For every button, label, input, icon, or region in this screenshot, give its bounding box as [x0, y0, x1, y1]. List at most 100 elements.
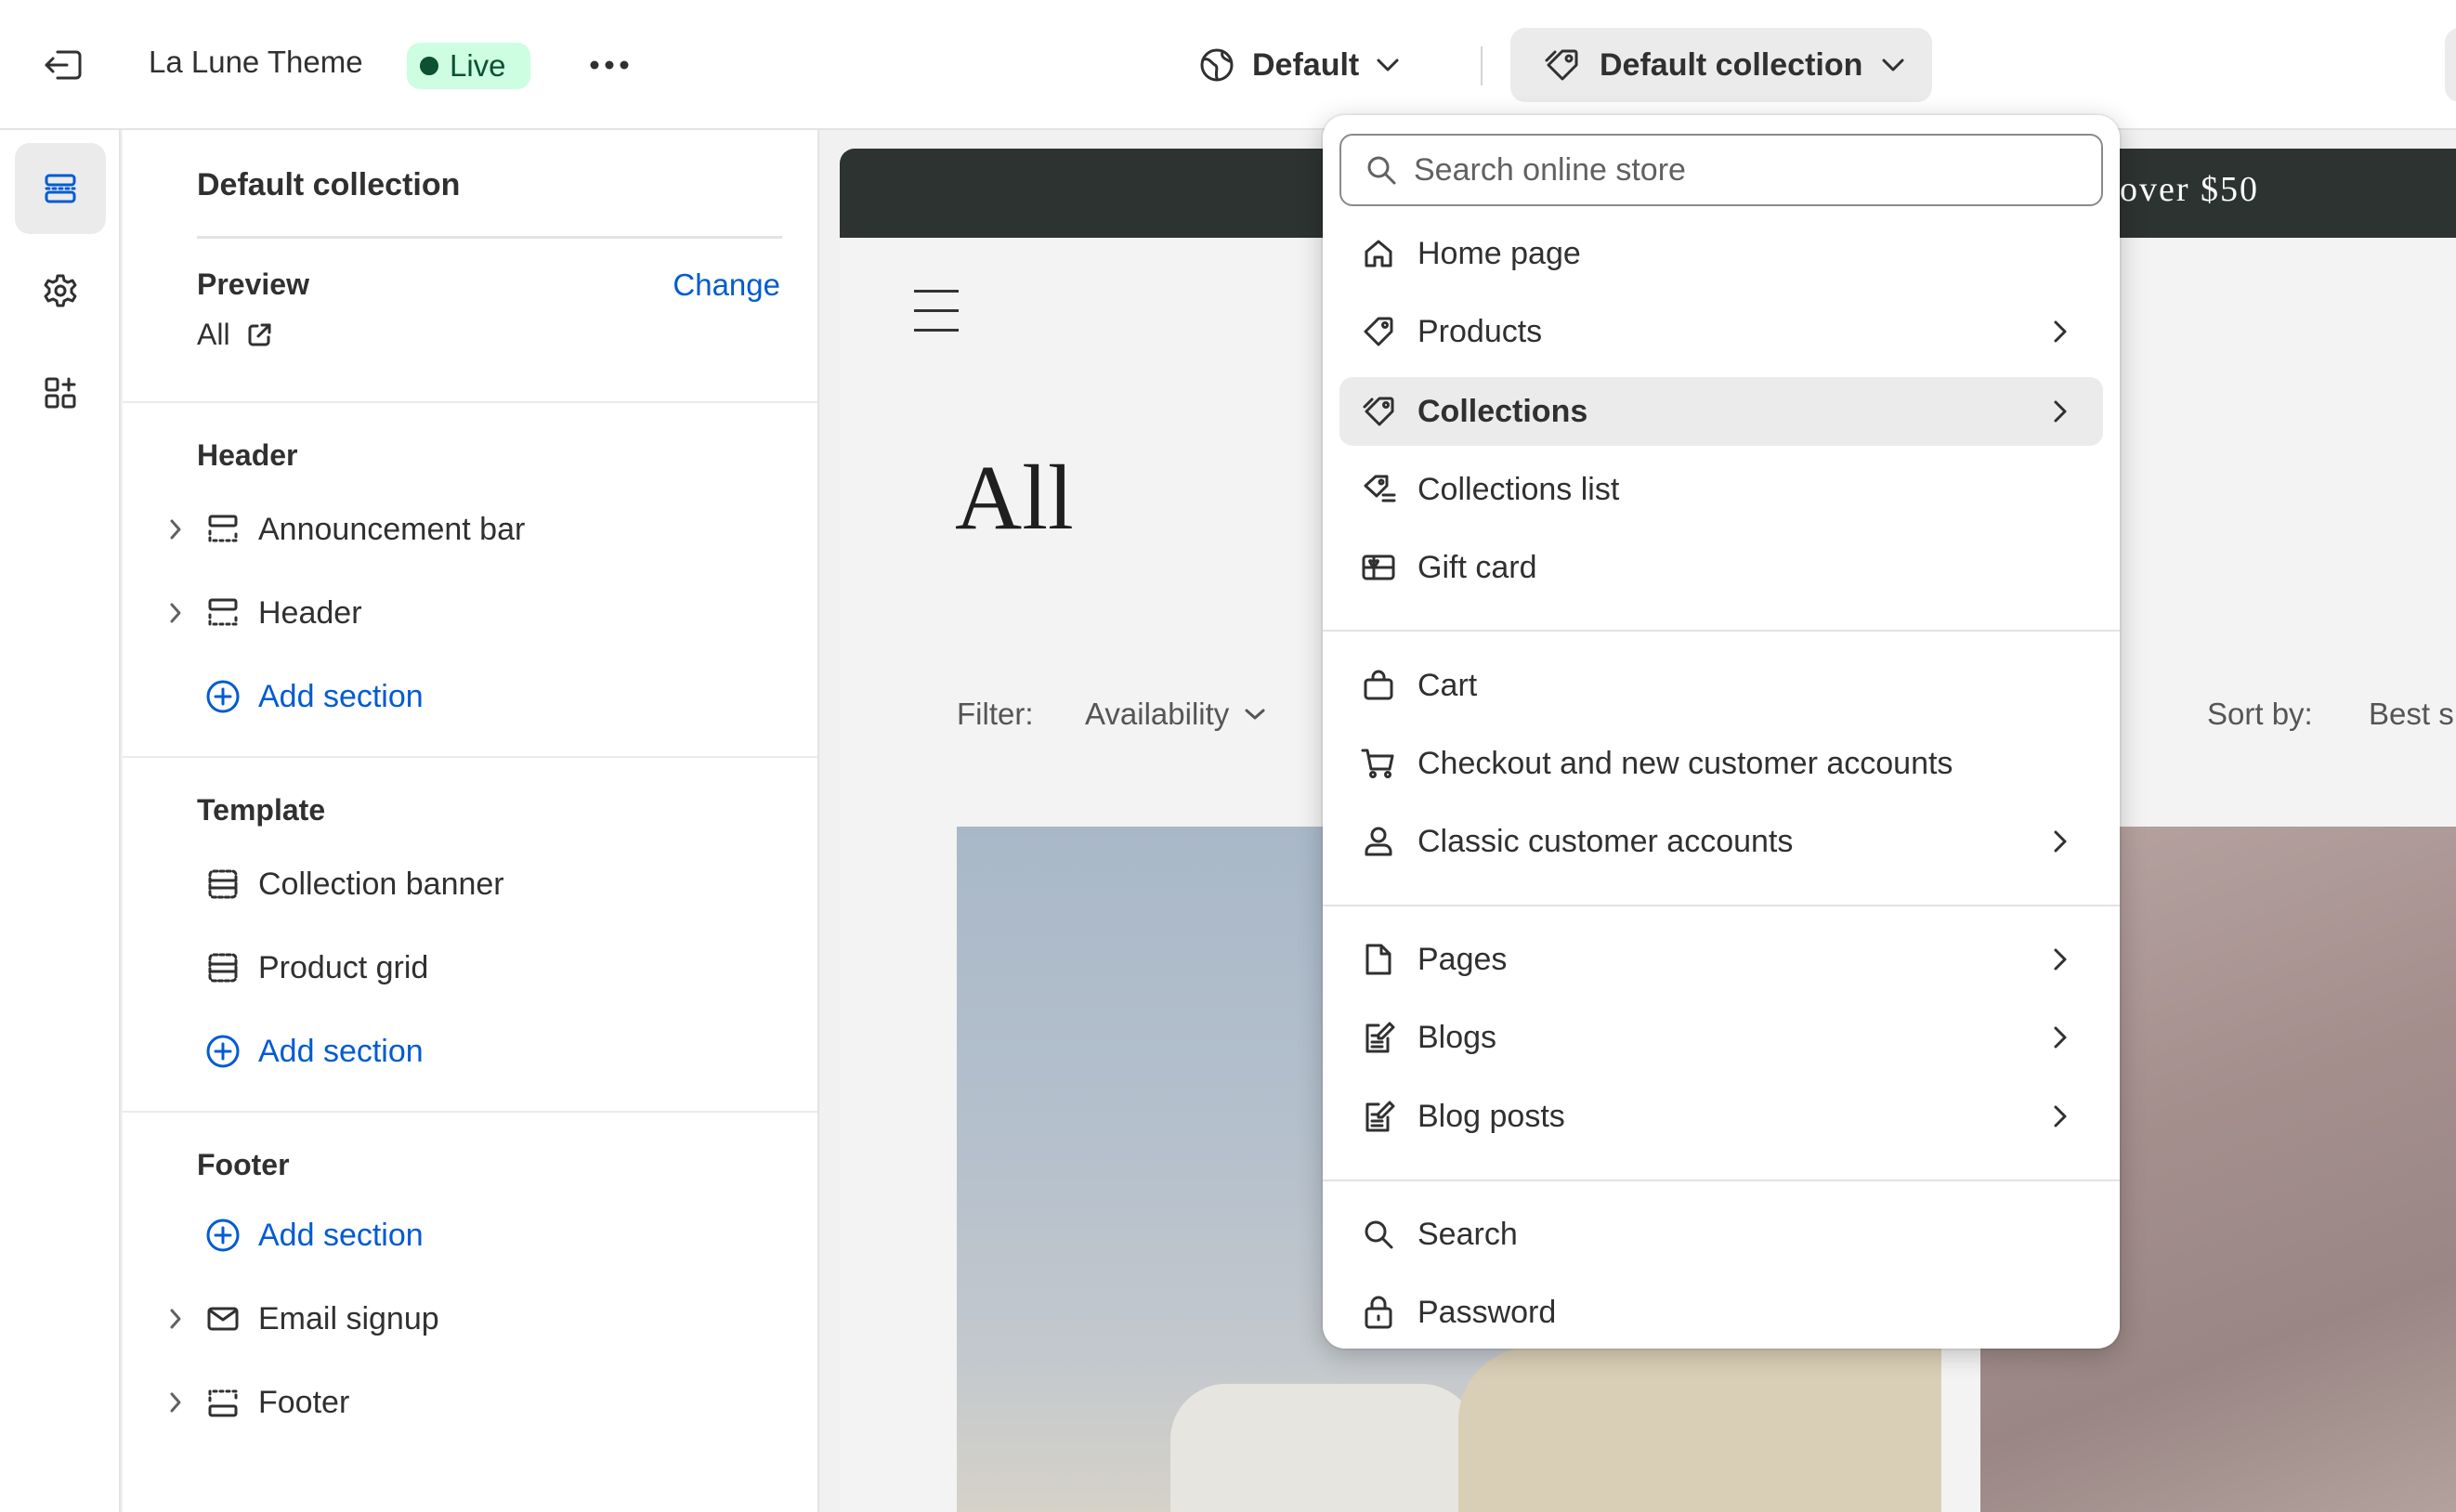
- section-label: Product grid: [258, 949, 429, 985]
- filter-label: Filter:: [957, 697, 1034, 731]
- market-selector[interactable]: Default: [1198, 37, 1400, 93]
- section-email-signup[interactable]: Email signup: [160, 1291, 439, 1347]
- add-section-label: Add section: [258, 678, 424, 714]
- section-footer[interactable]: Footer: [160, 1375, 349, 1430]
- live-dot-icon: [420, 57, 438, 75]
- menu-item-collections-list[interactable]: Collections list: [1339, 455, 2103, 524]
- section-header[interactable]: Header: [160, 585, 362, 641]
- menu-item-label: Pages: [1417, 941, 1508, 977]
- section-product-grid[interactable]: Product grid: [160, 940, 428, 996]
- change-preview-link[interactable]: Change: [673, 267, 780, 303]
- section-announcement-bar[interactable]: Announcement bar: [160, 502, 525, 557]
- rail-settings-button[interactable]: [15, 245, 106, 336]
- tag-icon: [1360, 315, 1397, 348]
- cart-icon: [1360, 747, 1397, 780]
- chevron-right-icon[interactable]: [160, 1391, 191, 1414]
- chevron-right-icon: [2042, 399, 2079, 424]
- sections-icon: [42, 170, 79, 207]
- chevron-right-icon: [2042, 319, 2079, 344]
- collection-title: All: [955, 446, 1074, 549]
- more-actions-button[interactable]: [581, 39, 637, 91]
- chevron-right-icon[interactable]: [160, 1308, 191, 1330]
- menu-item-label: Cart: [1417, 667, 1478, 703]
- announcement-text: over $50: [2120, 170, 2260, 209]
- availability-filter[interactable]: Availability: [1085, 697, 1266, 732]
- page-icon: [1360, 942, 1397, 977]
- dropdown-divider: [1323, 905, 2120, 906]
- product-image-detail: [1170, 1384, 1477, 1512]
- search-field[interactable]: [1339, 134, 2103, 206]
- header-group-title: Header: [197, 438, 298, 472]
- menu-item-home-page[interactable]: Home page: [1339, 219, 2103, 288]
- header-add-section-button[interactable]: Add section: [160, 669, 424, 724]
- dropdown-divider: [1323, 630, 2120, 632]
- template-selector[interactable]: Default collection: [1510, 28, 1932, 102]
- section-collection-banner[interactable]: Collection banner: [160, 856, 504, 912]
- search-icon: [1365, 154, 1397, 186]
- menu-icon[interactable]: [914, 290, 959, 332]
- chevron-down-icon: [1881, 58, 1905, 72]
- menu-item-collections[interactable]: Collections: [1339, 377, 2103, 446]
- menu-item-label: Collections list: [1417, 471, 1620, 507]
- rail-sections-button[interactable]: [15, 143, 106, 234]
- topbar-divider: [1481, 46, 1483, 85]
- chevron-right-icon[interactable]: [160, 602, 191, 624]
- add-circle-icon: [204, 1218, 242, 1253]
- sort-select[interactable]: Best s: [2369, 697, 2454, 732]
- menu-item-search[interactable]: Search: [1339, 1200, 2103, 1269]
- section-label: Email signup: [258, 1300, 439, 1336]
- add-section-label: Add section: [258, 1217, 424, 1253]
- add-circle-icon: [204, 1034, 242, 1069]
- icon-rail: [0, 130, 121, 1512]
- product-image-detail: [1458, 1347, 1941, 1512]
- preview-value[interactable]: All: [197, 318, 273, 352]
- top-bar: La Lune Theme Live Default Default colle…: [0, 0, 2456, 130]
- gift-card-icon: [1360, 552, 1397, 583]
- more-icon: [590, 60, 629, 70]
- search-input[interactable]: [1414, 151, 2083, 189]
- menu-item-pages[interactable]: Pages: [1339, 925, 2103, 994]
- blog-icon: [1360, 1020, 1397, 1055]
- menu-item-label: Home page: [1417, 235, 1581, 271]
- chevron-right-icon: [2042, 1104, 2079, 1128]
- globe-icon: [1198, 46, 1235, 84]
- exit-icon: [43, 46, 84, 84]
- section-icon: [204, 867, 242, 901]
- template-add-section-button[interactable]: Add section: [160, 1023, 424, 1079]
- topright-button[interactable]: [2445, 28, 2456, 102]
- tags-icon: [1360, 395, 1397, 428]
- menu-item-label: Collections: [1417, 393, 1588, 429]
- sidebar-title: Default collection: [197, 167, 461, 202]
- sidebar-title-divider: [197, 236, 782, 239]
- chevron-down-icon: [1244, 708, 1266, 721]
- bag-icon: [1360, 669, 1397, 702]
- menu-item-cart[interactable]: Cart: [1339, 651, 2103, 720]
- menu-item-label: Blogs: [1417, 1019, 1497, 1055]
- menu-item-products[interactable]: Products: [1339, 297, 2103, 366]
- sort-label: Sort by:: [2207, 697, 2313, 731]
- menu-item-classic-customer-accounts[interactable]: Classic customer accounts: [1339, 807, 2103, 876]
- menu-item-blogs[interactable]: Blogs: [1339, 1003, 2103, 1072]
- menu-item-label: Password: [1417, 1294, 1557, 1330]
- rail-apps-button[interactable]: [15, 347, 106, 438]
- external-link-icon: [245, 321, 273, 349]
- menu-item-password[interactable]: Password: [1339, 1278, 2103, 1347]
- menu-item-checkout[interactable]: Checkout and new customer accounts: [1339, 729, 2103, 798]
- home-icon: [1360, 237, 1397, 270]
- blog-post-icon: [1360, 1099, 1397, 1134]
- menu-item-label: Blog posts: [1417, 1098, 1565, 1134]
- menu-item-label: Gift card: [1417, 549, 1537, 585]
- email-icon: [204, 1305, 242, 1333]
- chevron-right-icon: [2042, 829, 2079, 854]
- exit-button[interactable]: [37, 39, 89, 91]
- live-badge-label: Live: [450, 48, 506, 83]
- menu-item-blog-posts[interactable]: Blog posts: [1339, 1082, 2103, 1151]
- preview-value-label: All: [197, 318, 230, 351]
- sidebar-divider: [123, 401, 817, 403]
- preview-label: Preview: [197, 267, 309, 301]
- footer-add-section-button[interactable]: Add section: [160, 1207, 424, 1263]
- footer-group-title: Footer: [197, 1148, 290, 1181]
- menu-item-gift-card[interactable]: Gift card: [1339, 533, 2103, 602]
- template-picker-dropdown: Home page Products Collections Collectio…: [1323, 115, 2120, 1349]
- chevron-right-icon[interactable]: [160, 518, 191, 541]
